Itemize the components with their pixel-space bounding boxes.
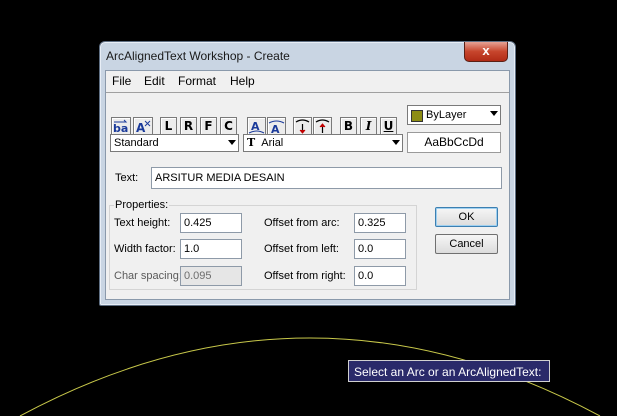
- text-input[interactable]: ARSITUR MEDIA DESAIN: [151, 167, 502, 189]
- command-prompt-tooltip: Select an Arc or an ArcAlignedText:: [348, 360, 550, 382]
- align-fit-button[interactable]: F: [200, 117, 217, 135]
- width-factor-input[interactable]: 1.0: [180, 239, 242, 259]
- underline-label: U: [383, 119, 394, 133]
- color-select-value: ByLayer: [426, 109, 467, 121]
- offset-from-arc-label: Offset from arc:: [264, 217, 340, 229]
- inward-arrow-icon: [315, 119, 330, 133]
- width-factor-label: Width factor:: [114, 243, 176, 255]
- title-bar[interactable]: ArcAlignedText Workshop - Create x: [100, 42, 515, 70]
- text-height-input[interactable]: 0.425: [180, 213, 242, 233]
- menu-bar: File Edit Format Help: [106, 71, 509, 91]
- align-right-label: R: [183, 119, 194, 133]
- svg-text:ba: ba: [113, 122, 128, 134]
- text-label: Text:: [115, 172, 139, 184]
- align-left-label: L: [164, 119, 173, 133]
- convex-side-button[interactable]: A: [247, 117, 266, 135]
- outward-button[interactable]: [293, 117, 312, 135]
- offset-from-left-label: Offset from left:: [264, 243, 339, 255]
- align-center-button[interactable]: C: [220, 117, 237, 135]
- concave-text-icon: A: [268, 120, 285, 134]
- reverse-text-icon: ba: [113, 119, 128, 134]
- align-right-button[interactable]: R: [180, 117, 197, 135]
- offset-from-left-input[interactable]: 0.0: [354, 239, 406, 259]
- svg-text:A: A: [136, 121, 146, 134]
- char-spacing-label: Char spacing:: [114, 270, 182, 282]
- chevron-down-icon: [228, 140, 236, 145]
- offset-from-arc-input[interactable]: 0.325: [354, 213, 406, 233]
- menu-file[interactable]: File: [112, 74, 131, 88]
- menu-format[interactable]: Format: [178, 74, 216, 88]
- text-height-label: Text height:: [114, 217, 171, 229]
- menu-edit[interactable]: Edit: [144, 74, 165, 88]
- menu-help[interactable]: Help: [230, 74, 255, 88]
- chevron-down-icon: [392, 140, 400, 145]
- svg-text:A: A: [271, 123, 280, 134]
- close-icon: x: [482, 43, 490, 58]
- menu-separator: [106, 92, 509, 93]
- font-preview: AaBbCcDd: [407, 132, 501, 153]
- italic-button[interactable]: I: [360, 117, 377, 135]
- char-spacing-input: 0.095: [180, 266, 242, 286]
- ok-button[interactable]: OK: [435, 207, 498, 227]
- direction-text-button[interactable]: A: [133, 117, 153, 135]
- color-select[interactable]: ByLayer: [407, 105, 501, 125]
- offset-from-right-input[interactable]: 0.0: [354, 266, 406, 286]
- outward-arrow-icon: [295, 119, 310, 134]
- text-style-select[interactable]: Standard: [110, 134, 239, 152]
- concave-side-button[interactable]: A: [267, 117, 286, 135]
- text-style-value: Standard: [114, 137, 159, 149]
- bold-label: B: [343, 119, 354, 133]
- convex-text-icon: A: [248, 120, 265, 134]
- font-select[interactable]: T Arial: [243, 134, 403, 152]
- properties-label: Properties:: [114, 199, 170, 211]
- align-center-label: C: [224, 119, 233, 133]
- inward-button[interactable]: [313, 117, 332, 135]
- close-button[interactable]: x: [464, 42, 508, 62]
- offset-from-right-label: Offset from right:: [264, 270, 346, 282]
- cancel-button[interactable]: Cancel: [435, 234, 498, 254]
- italic-label: I: [365, 119, 372, 133]
- color-swatch: [411, 110, 423, 122]
- align-left-button[interactable]: L: [160, 117, 177, 135]
- bold-button[interactable]: B: [340, 117, 357, 135]
- truetype-icon: T: [247, 136, 256, 149]
- dialog-title: ArcAlignedText Workshop - Create: [106, 49, 290, 63]
- underline-button[interactable]: U: [380, 117, 397, 135]
- font-value: Arial: [261, 137, 284, 149]
- reverse-text-button[interactable]: ba: [111, 117, 131, 135]
- direction-text-icon: A: [136, 120, 151, 134]
- align-fit-label: F: [204, 119, 213, 133]
- chevron-down-icon: [490, 111, 498, 116]
- arcalignedtext-dialog: ArcAlignedText Workshop - Create x File …: [99, 41, 516, 306]
